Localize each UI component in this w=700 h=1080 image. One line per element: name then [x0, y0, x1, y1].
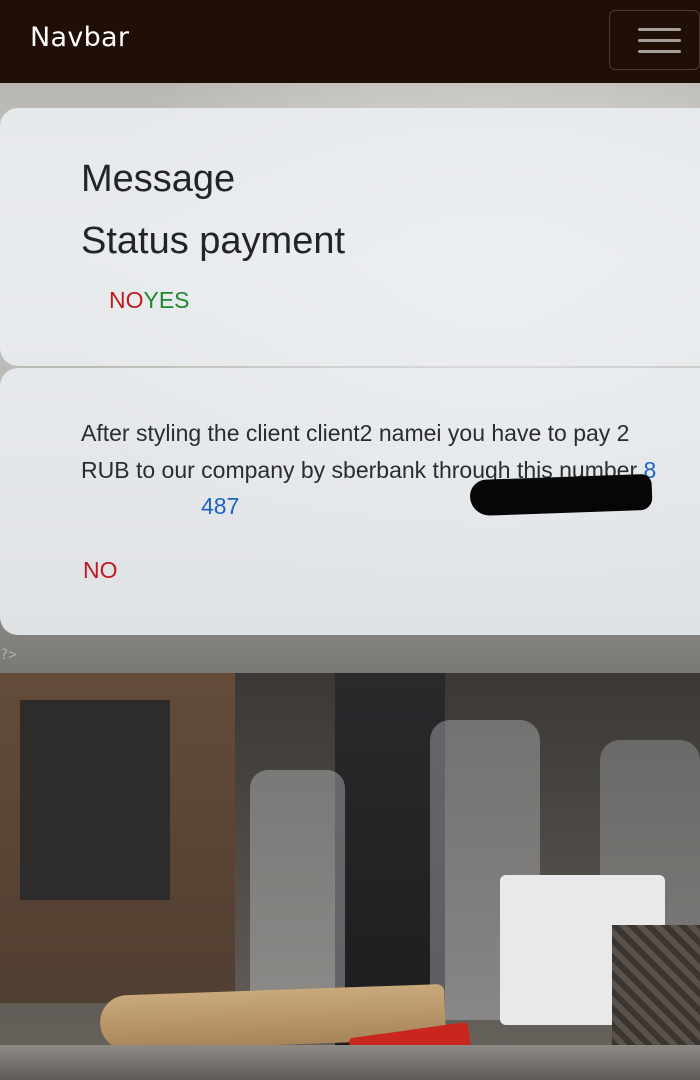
navbar: Navbar: [0, 0, 700, 83]
background-mirror: [20, 700, 170, 900]
navbar-brand[interactable]: Navbar: [30, 22, 129, 53]
navbar-toggler-button[interactable]: [609, 10, 700, 70]
phone-number-end: 487: [201, 493, 240, 519]
message-text: After styling the client client2 namei y…: [81, 420, 644, 483]
card-title-status-payment: Status payment: [81, 220, 346, 262]
message-card: After styling the client client2 namei y…: [0, 368, 700, 635]
redaction-mark: [469, 473, 653, 517]
status-yes-label: YES: [143, 287, 190, 313]
stray-code-fragment: ?>: [0, 647, 17, 663]
status-card: Message Status payment NOYES: [0, 108, 700, 366]
message-no-label: NO: [83, 557, 118, 583]
background-counter: [0, 1045, 700, 1080]
card-title-message: Message: [81, 158, 236, 200]
payment-status-row: NOYES: [109, 287, 190, 314]
status-no-label: NO: [109, 287, 144, 313]
hamburger-menu-icon: [638, 28, 681, 54]
